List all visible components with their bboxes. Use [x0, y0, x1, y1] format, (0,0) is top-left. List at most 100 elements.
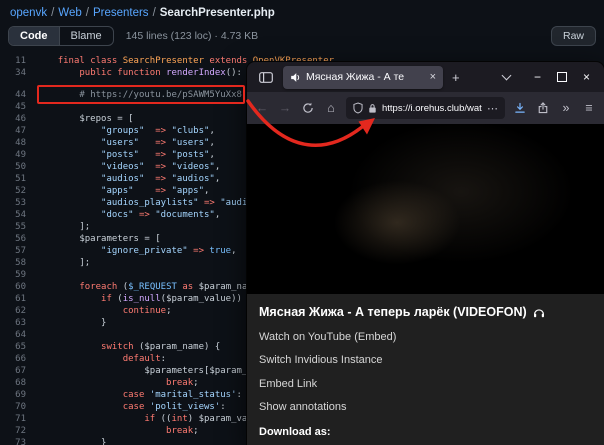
line-number[interactable]: 71 — [0, 413, 36, 425]
line-number[interactable]: 54 — [0, 209, 36, 221]
line-number[interactable]: 58 — [0, 257, 36, 269]
line-number[interactable]: 67 — [0, 365, 36, 377]
line-number[interactable]: 44 — [0, 89, 36, 101]
video-page-link[interactable]: Show annotations — [259, 401, 592, 413]
code-text: continue; — [36, 305, 171, 317]
video-player[interactable] — [247, 124, 604, 294]
line-number[interactable]: 60 — [0, 281, 36, 293]
reload-icon[interactable] — [300, 102, 316, 114]
line-number[interactable]: 68 — [0, 377, 36, 389]
breadcrumb-separator: / — [86, 7, 89, 19]
forward-button[interactable]: → — [277, 101, 293, 115]
video-page-link[interactable]: Watch on YouTube (Embed) — [259, 331, 592, 343]
url-bar[interactable]: https://i.orehus.club/wat ⋯ — [346, 97, 505, 119]
share-icon[interactable] — [535, 102, 551, 114]
line-number[interactable]: 63 — [0, 317, 36, 329]
code-text: switch ($param_name) { — [36, 341, 220, 353]
downloads-icon[interactable] — [512, 102, 528, 114]
breadcrumb-repo-link[interactable]: openvk — [10, 7, 47, 19]
code-text: ]; — [36, 257, 90, 269]
line-number[interactable]: 59 — [0, 269, 36, 281]
video-links: Watch on YouTube (Embed) Switch Invidious… — [259, 331, 592, 414]
home-icon[interactable]: ⌂ — [323, 101, 339, 115]
close-window-button[interactable]: × — [583, 70, 590, 84]
shield-icon[interactable] — [353, 102, 363, 114]
browser-window: Мясная Жижа - А те × + − × ← → ⌂ — [247, 62, 604, 445]
tab-close-icon[interactable]: × — [430, 71, 436, 83]
code-tab[interactable]: Code — [9, 27, 59, 45]
line-number[interactable]: 57 — [0, 245, 36, 257]
code-text: case 'marital_status': — [36, 389, 242, 401]
code-text: } — [36, 317, 106, 329]
code-text: "audios" => "audios", — [36, 173, 220, 185]
line-number[interactable]: 61 — [0, 293, 36, 305]
code-text: $parameters = [ — [36, 233, 161, 245]
code-text: ]; — [36, 221, 90, 233]
video-page-link[interactable]: Embed Link — [259, 378, 592, 390]
code-blame-toggle: Code Blame — [8, 26, 114, 46]
raw-button[interactable]: Raw — [551, 26, 596, 46]
breadcrumb-dir-link-web[interactable]: Web — [58, 7, 81, 19]
code-text: "users" => "users", — [36, 137, 215, 149]
video-page-link[interactable]: Switch Invidious Instance — [259, 354, 592, 366]
code-text: break; — [36, 377, 199, 389]
menu-icon[interactable]: ≡ — [581, 101, 597, 115]
breadcrumb-separator: / — [51, 7, 54, 19]
line-number[interactable]: 11 — [0, 55, 36, 67]
browser-tab[interactable]: Мясная Жижа - А те × — [283, 66, 443, 89]
line-number[interactable]: 55 — [0, 221, 36, 233]
breadcrumb-dir-link-presenters[interactable]: Presenters — [93, 7, 149, 19]
code-text: "posts" => "posts", — [36, 149, 215, 161]
line-number[interactable]: 65 — [0, 341, 36, 353]
line-number[interactable]: 48 — [0, 137, 36, 149]
firefox-view-icon[interactable] — [255, 67, 277, 87]
code-text: $parameters[$param_name] — [36, 365, 274, 377]
list-tabs-chevron-icon[interactable] — [502, 71, 512, 81]
breadcrumb: openvk / Web / Presenters / SearchPresen… — [0, 0, 604, 22]
code-text: if ((int) $param_value = — [36, 413, 274, 425]
new-tab-button[interactable]: + — [449, 70, 463, 85]
url-text: https://i.orehus.club/wat — [382, 103, 482, 114]
code-text: } — [36, 437, 106, 445]
line-number[interactable]: 52 — [0, 185, 36, 197]
line-number[interactable]: 34 — [0, 67, 36, 79]
code-text: default: — [36, 353, 166, 365]
line-number[interactable]: 45 — [0, 101, 36, 113]
line-number[interactable]: 72 — [0, 425, 36, 437]
lock-icon — [368, 103, 377, 114]
code-text: "videos" => "videos", — [36, 161, 220, 173]
file-meta: 145 lines (123 loc) · 4.73 KB — [126, 30, 259, 42]
line-number[interactable]: 66 — [0, 353, 36, 365]
download-as-label: Download as: — [259, 426, 592, 438]
line-number[interactable]: 51 — [0, 173, 36, 185]
line-number[interactable]: 47 — [0, 125, 36, 137]
line-number[interactable]: 73 — [0, 437, 36, 445]
code-text: if (is_null($param_value)) { — [36, 293, 253, 305]
code-text: "apps" => "apps", — [36, 185, 209, 197]
toolbar-overflow-icon[interactable]: » — [558, 101, 574, 115]
line-number[interactable]: 56 — [0, 233, 36, 245]
line-number[interactable]: 53 — [0, 197, 36, 209]
line-number[interactable]: 62 — [0, 305, 36, 317]
video-page: Мясная Жижа - А теперь ларёк (VIDEOFON) … — [247, 294, 604, 445]
line-number[interactable]: 46 — [0, 113, 36, 125]
browser-nav-bar: ← → ⌂ https://i.orehus.club/wat ⋯ — [247, 92, 604, 124]
code-text: public function renderIndex(): void — [36, 67, 269, 79]
line-number[interactable]: 70 — [0, 401, 36, 413]
video-title: Мясная Жижа - А теперь ларёк (VIDEOFON) — [259, 305, 592, 319]
blame-tab[interactable]: Blame — [59, 27, 113, 45]
breadcrumb-separator: / — [153, 7, 156, 19]
line-number[interactable]: 64 — [0, 329, 36, 341]
maximize-button[interactable] — [557, 72, 567, 82]
code-text: foreach ($_REQUEST as $param_name => — [36, 281, 274, 293]
breadcrumb-filename: SearchPresenter.php — [160, 7, 275, 19]
audio-playing-icon[interactable] — [290, 72, 301, 83]
code-text: # https://youtu.be/pSAWM5YuXx8 — [36, 89, 242, 101]
code-text: "audios_playlists" => "audios", — [36, 197, 269, 209]
line-number[interactable]: 49 — [0, 149, 36, 161]
minimize-button[interactable]: − — [534, 70, 541, 84]
line-number[interactable]: 69 — [0, 389, 36, 401]
line-number[interactable]: 50 — [0, 161, 36, 173]
back-button[interactable]: ← — [254, 101, 270, 115]
url-overflow-icon[interactable]: ⋯ — [487, 102, 498, 115]
